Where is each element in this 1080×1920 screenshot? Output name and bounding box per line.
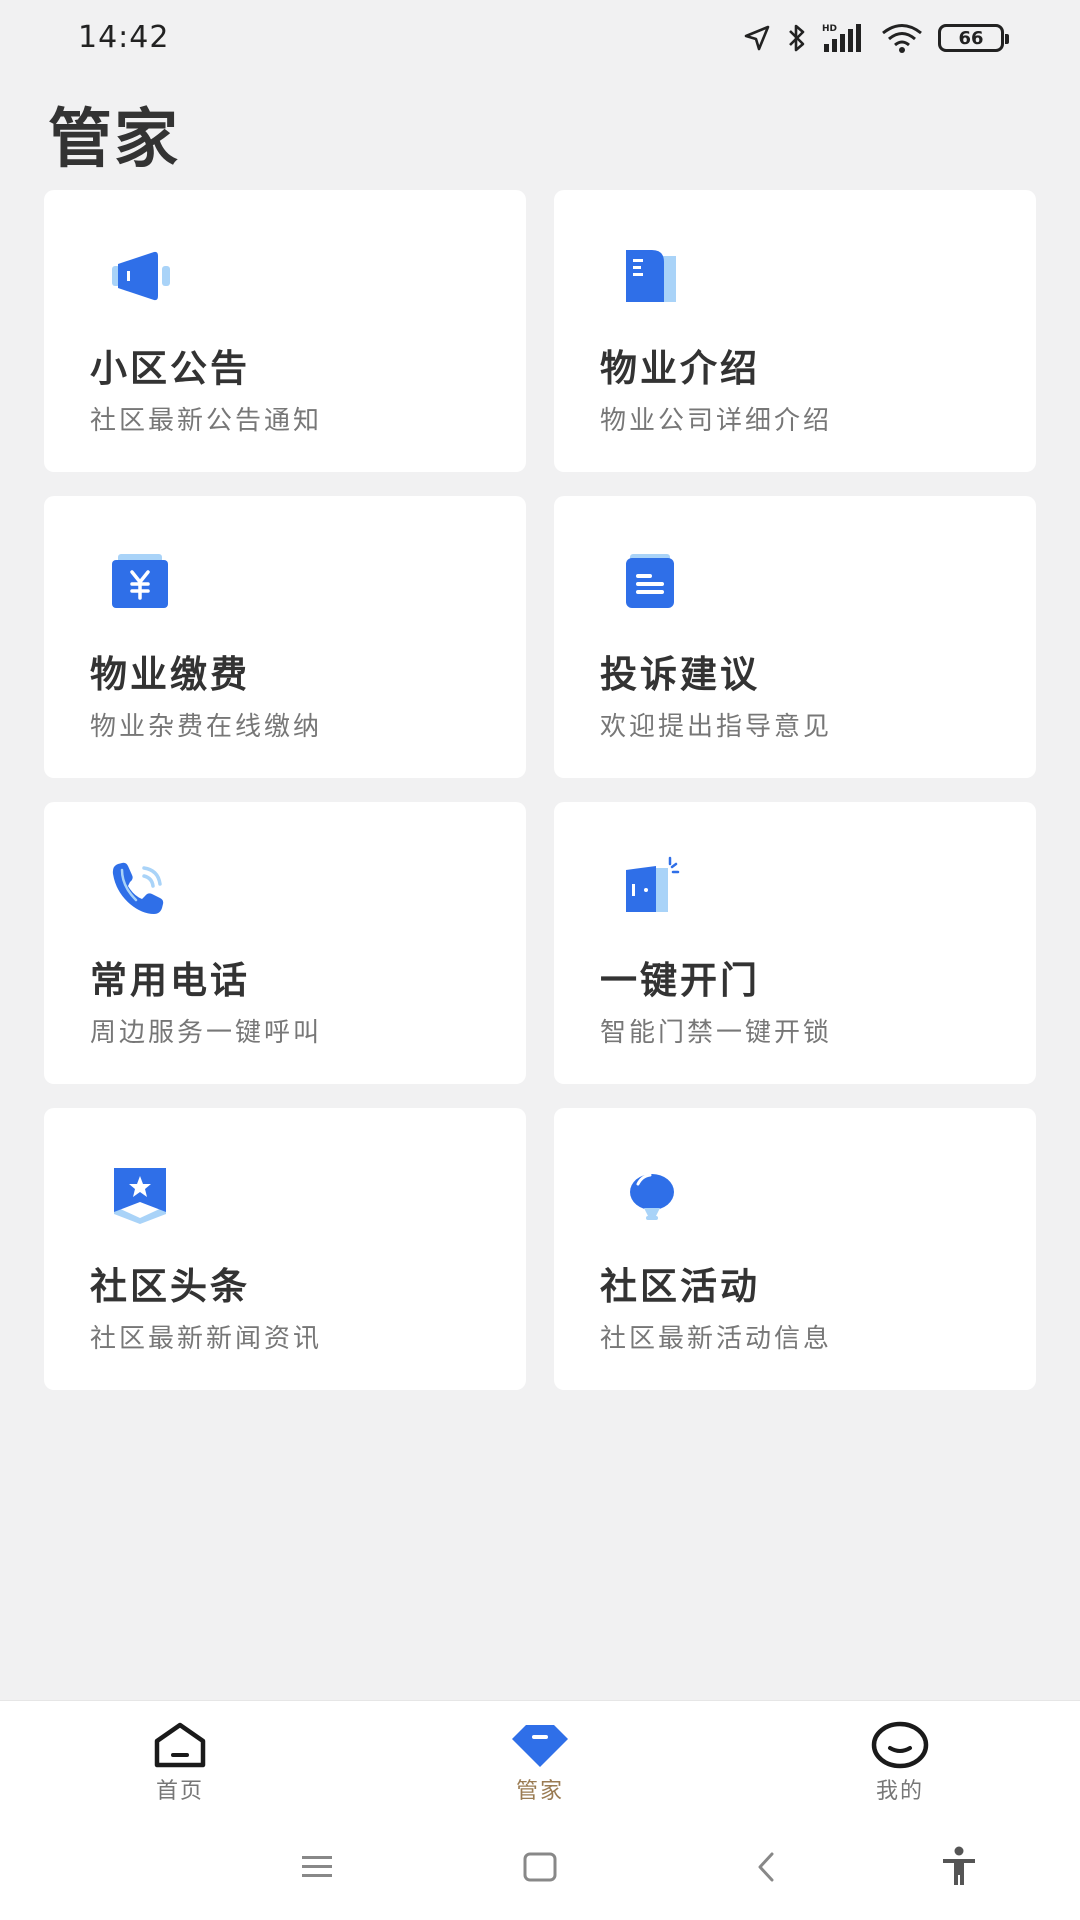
tab-mine[interactable]: 我的 [720,1701,1080,1812]
card-title: 物业缴费 [90,653,250,696]
card-subtitle: 社区最新活动信息 [600,1324,833,1354]
back-icon[interactable] [742,1842,792,1892]
page-title: 管家 [48,103,180,177]
note-icon [626,554,674,608]
card-property-payment[interactable]: 物业缴费 物业杂费在线缴纳 [44,496,526,778]
menu-icon[interactable] [292,1842,342,1892]
tab-butler[interactable]: 管家 [360,1701,720,1812]
card-subtitle: 智能门禁一键开锁 [600,1018,833,1048]
megaphone-icon [112,251,170,301]
bottom-tab-bar: 首页 管家 我的 [0,1700,1080,1812]
card-title: 物业介绍 [600,347,760,390]
status-icons: HD 66 [742,22,1009,54]
card-subtitle: 物业公司详细介绍 [600,406,833,436]
card-title: 投诉建议 [600,653,760,696]
balloon-icon [630,1173,674,1220]
card-subtitle: 社区最新新闻资讯 [90,1324,323,1354]
tab-label: 管家 [515,1779,564,1804]
card-title: 常用电话 [90,959,250,1002]
yuan-payment-icon [112,554,168,608]
bluetooth-icon [789,24,805,52]
service-grid: 小区公告 社区最新公告通知 物业介绍 物业公司详细介绍 物业缴费 物业杂费在线缴… [44,190,1036,1390]
card-one-key-door[interactable]: 一键开门 智能门禁一键开锁 [554,802,1036,1084]
card-title: 一键开门 [600,959,760,1002]
card-common-phone[interactable]: 常用电话 周边服务一键呼叫 [44,802,526,1084]
card-subtitle: 周边服务一键呼叫 [90,1018,323,1048]
card-complaint-suggestion[interactable]: 投诉建议 欢迎提出指导意见 [554,496,1036,778]
location-icon [744,25,770,51]
diamond-icon [512,1725,568,1767]
card-community-notice[interactable]: 小区公告 社区最新公告通知 [44,190,526,472]
smile-icon [871,1721,929,1769]
door-icon [626,856,680,912]
status-bar: 14:42 HD 66 [0,0,1080,80]
status-time: 14:42 [78,20,170,55]
system-nav-bar [0,1812,1080,1920]
card-title: 社区活动 [600,1265,760,1308]
hd-signal-icon: HD [822,24,861,52]
home-icon [154,1722,206,1768]
accessibility-icon[interactable] [934,1842,984,1892]
card-title: 社区头条 [90,1265,250,1308]
card-title: 小区公告 [90,347,250,390]
card-subtitle: 社区最新公告通知 [90,406,323,436]
svg-text:HD: HD [822,24,837,34]
document-icon [626,250,676,302]
wifi-icon [882,24,922,53]
phone-call-icon [112,862,164,914]
card-property-intro[interactable]: 物业介绍 物业公司详细介绍 [554,190,1036,472]
battery-icon: 66 [938,24,1009,52]
card-community-headlines[interactable]: 社区头条 社区最新新闻资讯 [44,1108,526,1390]
home-square-icon[interactable] [515,1842,565,1892]
card-subtitle: 物业杂费在线缴纳 [90,712,323,742]
tab-label: 我的 [875,1779,924,1804]
tab-label: 首页 [155,1779,204,1804]
star-bookmark-icon [114,1168,166,1224]
card-community-activities[interactable]: 社区活动 社区最新活动信息 [554,1108,1036,1390]
card-subtitle: 欢迎提出指导意见 [600,712,833,742]
tab-home[interactable]: 首页 [0,1701,360,1812]
